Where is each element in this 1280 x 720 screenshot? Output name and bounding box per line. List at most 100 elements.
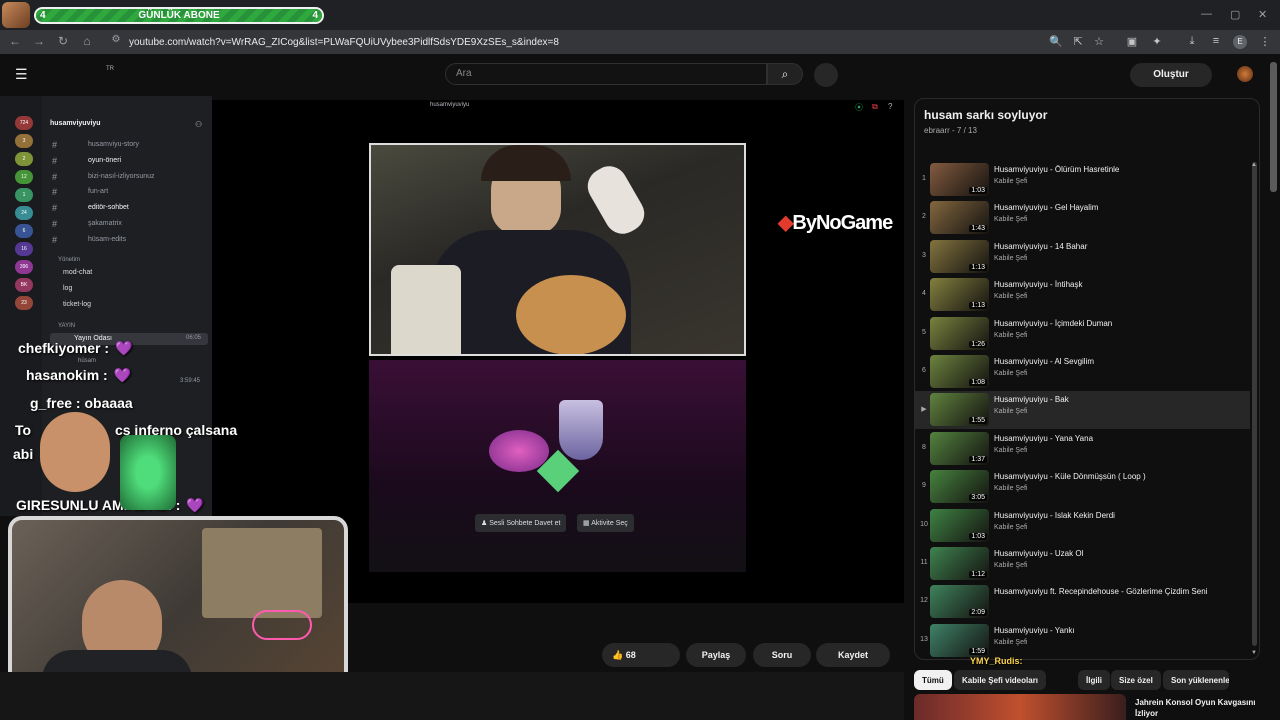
invite-voice-button[interactable]: ♟ Sesli Sohbete Davet et xyxy=(475,514,567,532)
zoom-icon[interactable]: 🔍 xyxy=(1049,35,1063,48)
discord-server-icon[interactable]: 6 xyxy=(15,224,33,238)
playlist-item-title[interactable]: Husamviyuviyu - Gel Hayalim xyxy=(994,202,1234,213)
playlist-item-channel[interactable]: Kabile Şefi xyxy=(994,562,1027,569)
discord-channel-row[interactable]: # oyun-öneri xyxy=(50,155,200,167)
playlist-owner[interactable]: ebraarr xyxy=(924,126,950,135)
close-window-icon[interactable]: ✕ xyxy=(1258,8,1267,21)
ask-button[interactable]: Soru xyxy=(753,643,811,667)
create-button[interactable]: Oluştur xyxy=(1130,63,1212,87)
playlist-item-title[interactable]: Husamviyuviyu - Islak Kekin Derdi xyxy=(994,510,1234,521)
playlist-item-title[interactable]: Husamviyuviyu - Küle Dönmüşsün ( Loop ) xyxy=(994,471,1234,482)
install-icon[interactable]: ⇱ xyxy=(1071,35,1085,48)
home-icon[interactable]: ⌂ xyxy=(79,34,95,48)
playlist-item-channel[interactable]: Kabile Şefi xyxy=(994,332,1027,339)
hamburger-menu-icon[interactable]: ☰ xyxy=(15,66,28,83)
playlist-item-thumbnail[interactable]: 1:13 xyxy=(930,239,989,273)
playlist-item-title[interactable]: Husamviyuviyu - İçimdeki Duman xyxy=(994,318,1234,329)
discord-server-icon[interactable]: 2 xyxy=(15,152,33,166)
discord-server-icon[interactable]: 724 xyxy=(15,116,33,130)
maximize-icon[interactable]: ▢ xyxy=(1230,8,1240,21)
playlist-item-thumbnail[interactable]: 1:43 xyxy=(930,201,989,235)
playlist-item-thumbnail[interactable]: 1:03 xyxy=(930,163,989,196)
discord-channel-row[interactable]: # hüsam-edits xyxy=(50,234,200,246)
discord-server-name[interactable]: husamviyuviyu xyxy=(50,120,101,127)
playlist-item-channel[interactable]: Kabile Şefi xyxy=(994,178,1027,185)
playlist-item-channel[interactable]: Kabile Şefi xyxy=(994,485,1027,492)
choose-activity-button[interactable]: ▦ Aktivite Seç xyxy=(577,514,634,532)
share-button[interactable]: Paylaş xyxy=(686,643,746,667)
playlist-item[interactable]: 9 3:05 Husamviyuviyu - Küle Dönmüşsün ( Lo… xyxy=(915,468,1250,506)
reload-icon[interactable]: ↻ xyxy=(55,34,71,48)
recommended-video-title[interactable]: Jahrein Konsol Oyun Kavgasını İzliyor xyxy=(1135,697,1275,719)
discord-server-icon[interactable]: 1 xyxy=(15,188,33,202)
discord-server-icon[interactable]: 12 xyxy=(15,170,33,184)
playlist-item-thumbnail[interactable]: 1:55 xyxy=(930,393,989,427)
like-button[interactable]: 👍 68 xyxy=(602,643,680,667)
discord-server-icon[interactable]: 16 xyxy=(15,242,33,256)
voice-search-icon[interactable] xyxy=(814,63,838,87)
extensions-icon[interactable]: ✦ xyxy=(1150,35,1164,48)
playlist-item[interactable]: 10 1:03 Husamviyuviyu - Islak Kekin Derdi K… xyxy=(915,507,1250,545)
playlist-item-channel[interactable]: Kabile Şefi xyxy=(994,447,1027,454)
help-icon[interactable]: ? xyxy=(888,102,892,111)
playlist-item-channel[interactable]: Kabile Şefi xyxy=(994,408,1027,415)
playlist-item-title[interactable]: Husamviyuviyu - İntihaşk xyxy=(994,279,1234,290)
playlist-item-channel[interactable]: Kabile Şefi xyxy=(994,216,1027,223)
playlist-item[interactable]: 2 1:43 Husamviyuviyu - Gel Hayalim Kabile Ş… xyxy=(915,199,1250,237)
tab-search-icon[interactable]: ▣ xyxy=(1125,35,1139,48)
playlist-item[interactable]: 5 1:26 Husamviyuviyu - İçimdeki Duman Kabil… xyxy=(915,315,1250,353)
discord-server-icon[interactable]: 396 xyxy=(15,260,33,274)
playlist-item[interactable]: 12 2:09 Husamviyuviyu ft. Recepindehouse -… xyxy=(915,583,1250,621)
playlist-item[interactable]: 13 1:59 Husamviyuviyu - Yankı Kabile Şefi xyxy=(915,622,1250,660)
playlist-item[interactable]: ▶ 1:55 Husamviyuviyu - Bak Kabile Şefi xyxy=(915,391,1250,430)
bookmark-star-icon[interactable]: ☆ xyxy=(1092,35,1106,48)
playlist-item-channel[interactable]: Kabile Şefi xyxy=(994,370,1027,377)
discord-mod-channel-row[interactable]: ticket-log xyxy=(50,300,200,312)
discord-server-icon[interactable]: 24 xyxy=(15,206,33,220)
search-button[interactable]: ⌕ xyxy=(767,63,803,85)
forward-icon[interactable]: → xyxy=(31,34,47,48)
search-input[interactable]: Ara xyxy=(445,63,767,85)
discord-channel-row[interactable]: # husamviyu-story xyxy=(50,139,200,151)
playlist-item[interactable]: 3 1:13 Husamviyuviyu - 14 Bahar Kabile Şefi xyxy=(915,238,1250,276)
account-avatar[interactable] xyxy=(1237,66,1253,82)
save-button[interactable]: Kaydet xyxy=(816,643,890,667)
playlist-item-thumbnail[interactable]: 1:08 xyxy=(930,355,989,388)
browser-menu-icon[interactable]: ⋮ xyxy=(1258,35,1272,48)
discord-server-icon[interactable]: 23 xyxy=(15,296,33,310)
playlist-item-channel[interactable]: Kabile Şefi xyxy=(994,524,1027,531)
playlist-item-channel[interactable]: Kabile Şefi xyxy=(994,293,1027,300)
discord-mod-channel-row[interactable]: log xyxy=(50,284,200,296)
playlist-item-channel[interactable]: Kabile Şefi xyxy=(994,639,1027,646)
site-info-icon[interactable]: ⚙ xyxy=(108,34,124,45)
scroll-down-icon[interactable]: ▼ xyxy=(1251,650,1257,656)
filter-chip[interactable]: Son yüklenenler xyxy=(1163,670,1229,690)
discord-mod-channel-row[interactable]: mod-chat xyxy=(50,268,200,280)
playlist-item[interactable]: 11 1:12 Husamviyuviyu - Uzak Ol Kabile Şefi xyxy=(915,545,1250,583)
playlist-item-thumbnail[interactable]: 2:09 xyxy=(930,585,989,619)
filter-chip[interactable]: Kabile Şefi videoları xyxy=(954,670,1047,690)
back-icon[interactable]: ← xyxy=(7,34,23,48)
discord-channel-row[interactable]: # şakamatrix xyxy=(50,218,200,230)
profile-avatar[interactable]: E xyxy=(1233,35,1247,49)
playlist-item-title[interactable]: Husamviyuviyu - Bak xyxy=(994,394,1234,405)
minimize-icon[interactable]: — xyxy=(1201,8,1212,20)
media-icon[interactable]: ≡ xyxy=(1209,35,1223,47)
recommended-video-thumb[interactable] xyxy=(914,694,1126,720)
playlist-item-title[interactable]: Husamviyuviyu - Ölürüm Hasretinle xyxy=(994,164,1234,175)
playlist-item-thumbnail[interactable]: 3:05 xyxy=(930,470,989,504)
filter-chip[interactable]: İlgili xyxy=(1078,670,1110,690)
playlist-item-thumbnail[interactable]: 1:37 xyxy=(930,431,989,465)
playlist-item-thumbnail[interactable]: 1:59 xyxy=(930,623,989,657)
playlist-scrollbar[interactable] xyxy=(1252,162,1257,646)
playlist-item-thumbnail[interactable]: 1:03 xyxy=(930,508,989,542)
playlist-item[interactable]: 8 1:37 Husamviyuviyu - Yana Yana Kabile Şef… xyxy=(915,430,1250,468)
discord-channel-row[interactable]: # fun-art xyxy=(50,186,200,198)
discord-channel-row[interactable]: # bizi-nasıl-izliyorsunuz xyxy=(50,171,200,183)
playlist-item-thumbnail[interactable]: 1:26 xyxy=(930,316,989,350)
playlist-item-title[interactable]: Husamviyuviyu - Yana Yana xyxy=(994,433,1234,444)
playlist-item-title[interactable]: Husamviyuviyu - Al Sevgilim xyxy=(994,356,1234,367)
discord-server-icon[interactable]: 3 xyxy=(15,134,33,148)
scroll-up-icon[interactable]: ▲ xyxy=(1251,162,1257,168)
popout-icon[interactable]: ⧉ xyxy=(872,102,878,112)
